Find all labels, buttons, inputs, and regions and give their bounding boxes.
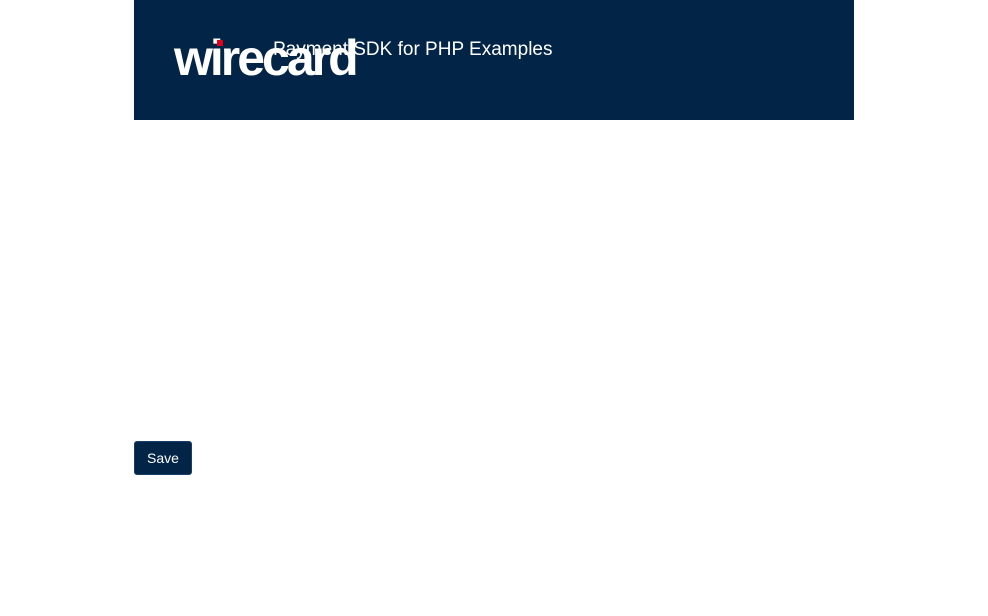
logo-accent-dot [217, 40, 223, 46]
main-content [134, 120, 854, 440]
save-button[interactable]: Save [134, 441, 192, 475]
page-title: Payment SDK for PHP Examples [273, 39, 553, 60]
site-header: wirecard Payment SDK for PHP Examples [134, 0, 854, 120]
page: wirecard Payment SDK for PHP Examples Sa… [0, 0, 988, 616]
